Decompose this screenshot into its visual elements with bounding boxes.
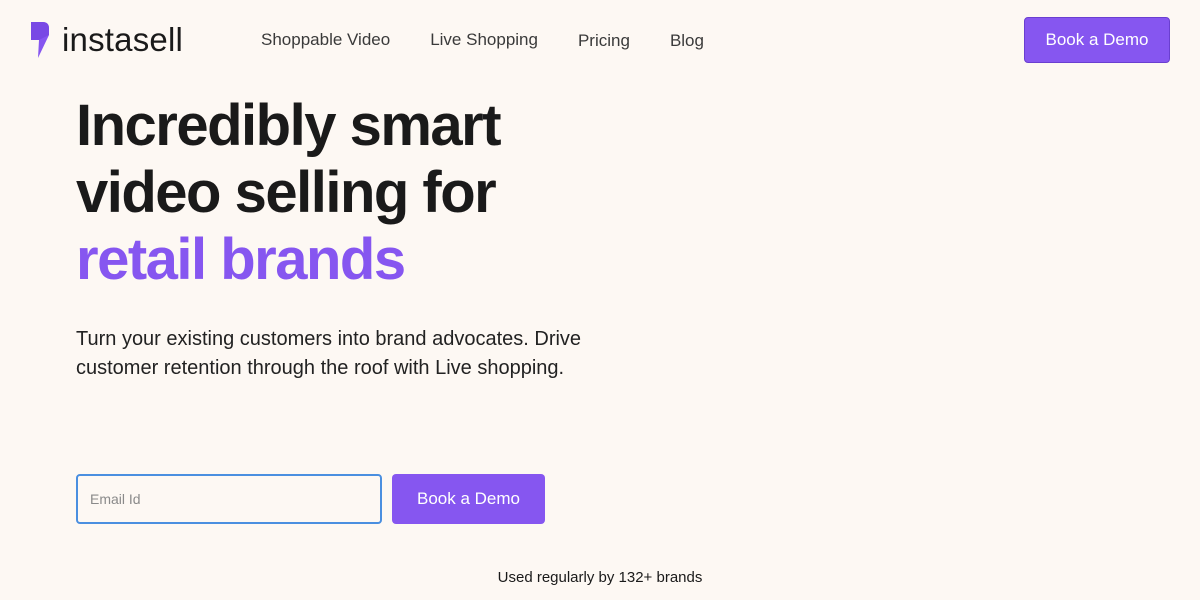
hero-book-demo-button[interactable]: Book a Demo [392, 474, 545, 524]
hero-title-accent: retail brands [76, 227, 406, 292]
email-input[interactable] [76, 474, 382, 524]
hero-title: Incredibly smart video selling for retai… [76, 92, 502, 293]
main-nav: Shoppable Video Live Shopping Pricing Bl… [261, 28, 704, 52]
nav-item-shoppable-video[interactable]: Shoppable Video [261, 28, 390, 52]
nav-item-pricing[interactable]: Pricing [578, 29, 630, 53]
social-proof-text: Used regularly by 132+ brands [497, 569, 703, 586]
hero-title-line-2: video selling for [76, 160, 497, 225]
hero-subtitle: Turn your existing customers into brand … [76, 328, 582, 379]
logo-link[interactable]: instasell [30, 22, 183, 58]
hero-title-line-1: Incredibly smart [76, 93, 502, 158]
landing-page: instasell Shoppable Video Live Shopping … [0, 0, 1200, 600]
nav-item-live-shopping[interactable]: Live Shopping [430, 28, 538, 52]
nav-item-blog[interactable]: Blog [670, 29, 704, 53]
brand-name: instasell [62, 21, 184, 58]
site-header: instasell Shoppable Video Live Shopping … [0, 0, 1200, 80]
header-book-demo-button[interactable]: Book a Demo [1024, 17, 1170, 63]
lightning-bolt-icon [31, 22, 49, 58]
